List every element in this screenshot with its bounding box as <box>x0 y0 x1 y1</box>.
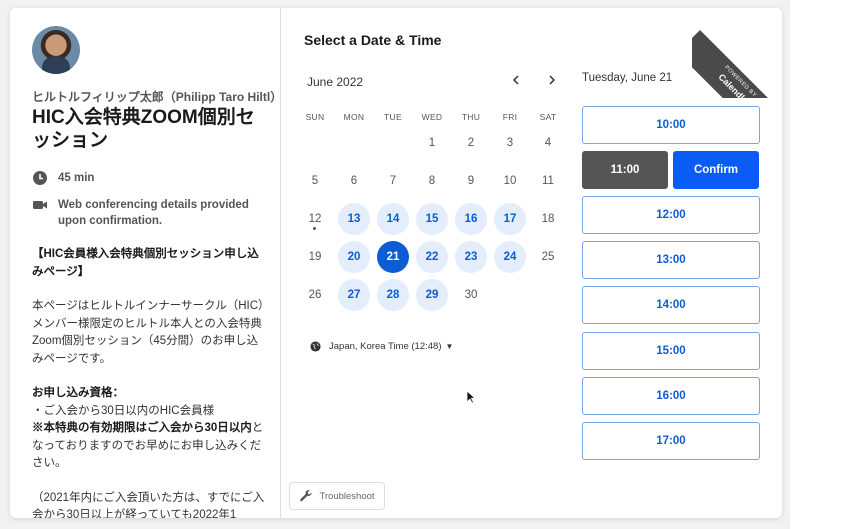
calendar-day: 5 <box>311 175 319 187</box>
calendar-day-available[interactable]: 28 <box>377 279 409 311</box>
calendar-day: 7 <box>389 175 397 187</box>
calendar-day: 18 <box>541 213 555 225</box>
description-intro: 本ページはヒルトルインナーサークル（HIC）メンバー様限定のヒルトル本人との入会… <box>32 300 264 365</box>
time-slot-button[interactable]: 14:00 <box>582 286 760 325</box>
clock-icon <box>33 171 47 185</box>
event-details-panel: ヒルトルフィリップ太郎（Philipp Taro Hiltl） HIC入会特典Z… <box>10 8 281 518</box>
weekday-mon: MON <box>343 112 365 122</box>
time-slot-button[interactable]: 12:00 <box>582 196 760 234</box>
troubleshoot-button[interactable]: Troubleshoot <box>289 482 385 510</box>
calendar-day: 26 <box>308 289 322 301</box>
weekday-fri: FRI <box>502 112 518 122</box>
calendar-day: 19 <box>308 251 322 263</box>
timezone-selector[interactable]: Japan, Korea Time (12:48) ▼ <box>310 341 453 352</box>
calendar-day-available[interactable]: 17 <box>494 203 526 235</box>
calendar-day-available[interactable]: 29 <box>416 279 448 311</box>
calendar-day: 30 <box>464 289 478 301</box>
weekday-sat: SAT <box>539 112 557 122</box>
description-heading: 【HIC会員様入会特典個別セッション申し込みページ】 <box>32 248 259 278</box>
scheduling-card: ヒルトルフィリップ太郎（Philipp Taro Hiltl） HIC入会特典Z… <box>10 8 782 518</box>
globe-icon <box>310 341 321 352</box>
calendar-day-available[interactable]: 15 <box>416 203 448 235</box>
chevron-right-icon <box>549 75 556 85</box>
mouse-pointer-icon <box>466 390 476 404</box>
notice-bold: ※本特典の有効期限はご入会から30日以内 <box>32 422 252 434</box>
month-label: June 2022 <box>307 75 364 89</box>
calendar-day: 4 <box>544 137 552 149</box>
eligibility-item: ・ご入会から30日以内のHIC会員様 <box>32 404 215 417</box>
calendar-day-available[interactable]: 22 <box>416 241 448 273</box>
weekday-sun: SUN <box>305 112 325 122</box>
calendar-day: 10 <box>503 175 517 187</box>
select-date-heading: Select a Date & Time <box>304 32 442 48</box>
calendar-day-available[interactable]: 14 <box>377 203 409 235</box>
calendar-day: 2 <box>467 137 475 149</box>
time-slot-button[interactable]: 15:00 <box>582 331 760 370</box>
calendar-day: 8 <box>428 175 436 187</box>
event-description: 【HIC会員様入会特典個別セッション申し込みページ】 本ページはヒルトルインナー… <box>32 246 268 518</box>
host-name: ヒルトルフィリップ太郎（Philipp Taro Hiltl） <box>32 90 281 104</box>
video-camera-icon <box>33 201 47 209</box>
selected-time-slot[interactable]: 11:00 <box>582 151 668 189</box>
event-conferencing: Web conferencing details provided upon c… <box>32 197 252 229</box>
event-duration: 45 min <box>32 170 94 186</box>
duration-text: 45 min <box>58 172 95 184</box>
troubleshoot-label: Troubleshoot <box>319 490 375 502</box>
calendar-day: 1 <box>428 137 436 149</box>
description-note: （2021年内にご入会頂いた方は、すでにご入会から30日以上が経っていても202… <box>32 491 265 519</box>
calendar-day: 9 <box>467 175 475 187</box>
calendar-day: 11 <box>542 175 554 187</box>
weekday-tue: TUE <box>384 112 402 122</box>
today-indicator <box>313 227 316 230</box>
selected-date-label: Tuesday, June 21 <box>582 72 673 84</box>
timezone-label: Japan, Korea Time (12:48) <box>329 341 442 352</box>
prev-month-button[interactable] <box>507 72 525 90</box>
eligibility-title: お申し込み資格： <box>32 387 124 399</box>
calendar-day: 6 <box>350 175 358 187</box>
conferencing-text: Web conferencing details provided upon c… <box>58 199 249 227</box>
calendar-day-available[interactable]: 16 <box>455 203 487 235</box>
time-slot-button[interactable]: 10:00 <box>582 106 760 144</box>
confirm-button[interactable]: Confirm <box>673 151 759 189</box>
weekday-thu: THU <box>461 112 481 122</box>
background-margin <box>790 0 853 529</box>
weekday-wed: WED <box>421 112 443 122</box>
host-avatar <box>32 26 80 74</box>
time-slot-button[interactable]: 16:00 <box>582 376 760 415</box>
calendar-day-available[interactable]: 27 <box>338 279 370 311</box>
calendar-day: 3 <box>506 137 514 149</box>
calendar-day-selected[interactable]: 21 <box>377 241 409 273</box>
powered-by-calendly-badge[interactable]: POWERED BY Calendly <box>692 8 782 98</box>
time-slot-button[interactable]: 13:00 <box>582 241 760 280</box>
caret-down-icon: ▼ <box>445 342 454 351</box>
time-slot-button[interactable]: 17:00 <box>582 422 760 460</box>
calendar-day-available[interactable]: 20 <box>338 241 370 273</box>
badge-ribbon: POWERED BY Calendly <box>692 30 782 98</box>
calendar-day-available[interactable]: 23 <box>455 241 487 273</box>
event-title: HIC入会特典ZOOM個別セッション <box>32 107 255 151</box>
calendar-day-available[interactable]: 13 <box>338 203 370 235</box>
calendar-day-available[interactable]: 24 <box>494 241 526 273</box>
wrench-icon <box>300 490 312 502</box>
chevron-left-icon <box>512 75 519 85</box>
calendar-day: 12 <box>299 203 331 235</box>
next-month-button[interactable] <box>543 72 561 90</box>
calendar-day: 25 <box>541 251 555 263</box>
